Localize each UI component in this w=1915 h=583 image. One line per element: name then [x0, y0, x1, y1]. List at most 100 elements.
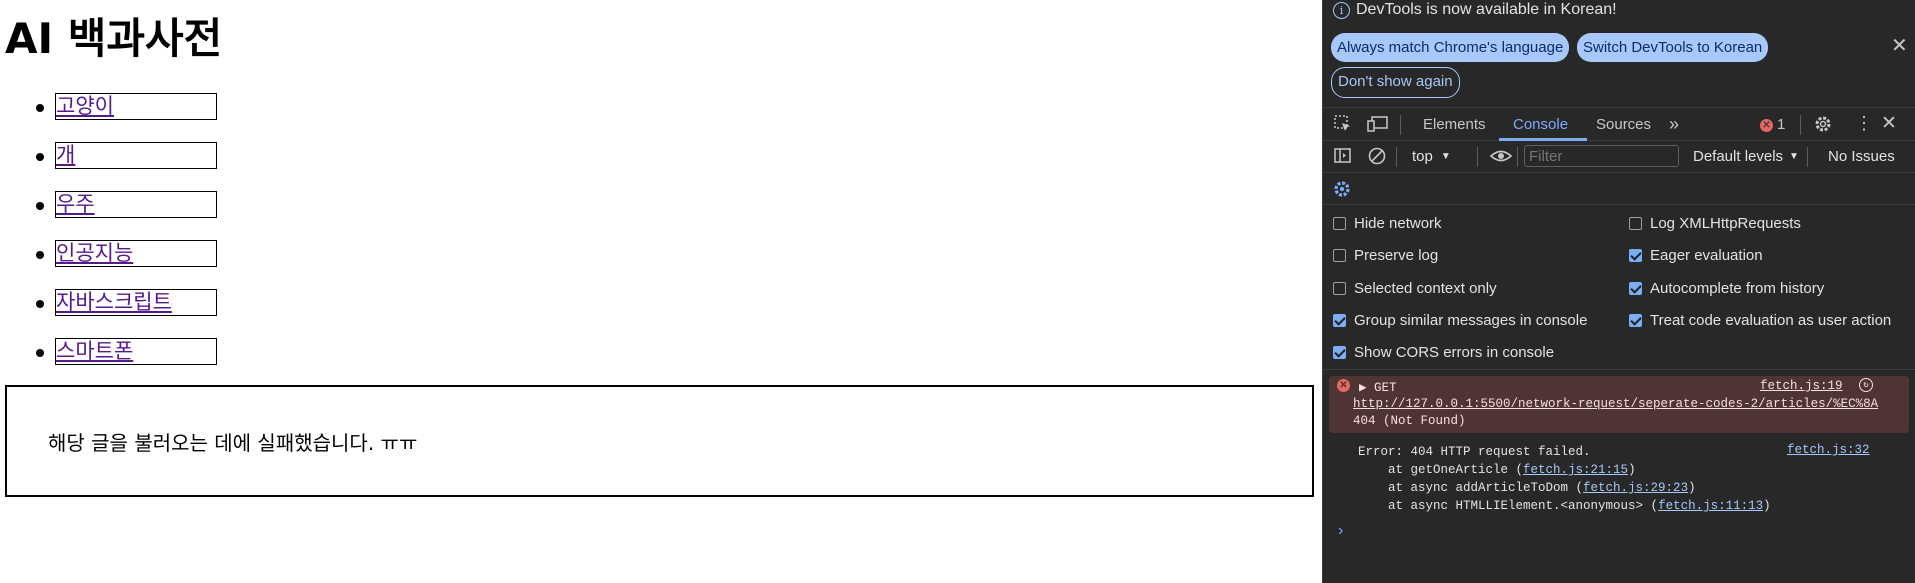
context-selector[interactable]: top ▼: [1412, 148, 1451, 165]
topic-link-javascript[interactable]: 자바스크립트: [55, 289, 217, 316]
topic-link-cat[interactable]: 고양이: [55, 93, 217, 120]
checkbox-label: Log XMLHttpRequests: [1650, 215, 1801, 232]
toolbar-divider: [1477, 147, 1478, 167]
stack-frame-text: at async addArticleToDom (: [1358, 481, 1584, 495]
caret-down-icon: ▼: [1789, 151, 1799, 162]
error-message: Error: 404 HTTP request failed.: [1358, 445, 1591, 459]
stack-frame-text: ): [1688, 481, 1696, 495]
checkbox[interactable]: [1333, 217, 1346, 230]
stack-frame-text: at async HTMLLIElement.<anonymous> (: [1358, 499, 1659, 513]
console-toolbar: top ▼ Default levels ▼ No Issues: [1323, 141, 1915, 173]
checkbox-label: Eager evaluation: [1650, 247, 1763, 264]
switch-to-korean-button[interactable]: Switch DevTools to Korean: [1577, 33, 1769, 62]
error-source-link[interactable]: fetch.js:32: [1787, 443, 1870, 457]
device-toolbar-icon[interactable]: [1367, 114, 1389, 139]
show-cors-option[interactable]: Show CORS errors in console: [1333, 344, 1554, 361]
tab-elements[interactable]: Elements: [1423, 108, 1486, 141]
sidebar-toggle-icon[interactable]: [1333, 147, 1353, 170]
bullet: [36, 300, 44, 308]
eager-evaluation-option[interactable]: Eager evaluation: [1629, 247, 1763, 264]
page-title: AI 백과사전: [5, 14, 223, 63]
close-devtools-icon[interactable]: ✕: [1881, 112, 1897, 135]
topic-link-ai[interactable]: 인공지능: [55, 240, 217, 267]
bullet: [36, 104, 44, 112]
checkbox-checked[interactable]: [1333, 346, 1346, 359]
stack-frame-text: ): [1763, 499, 1771, 513]
console-settings-gear-icon[interactable]: [1332, 179, 1352, 204]
devtools-tabbar: Elements Console Sources » ✕ 1 ⋮ ✕: [1323, 107, 1915, 141]
checkbox[interactable]: [1333, 282, 1346, 295]
bullet: [36, 349, 44, 357]
response-status: 404 (Not Found): [1353, 414, 1466, 428]
network-error-header[interactable]: ▶ GET: [1359, 379, 1397, 395]
topic-link-space[interactable]: 우주: [55, 191, 217, 218]
stack-frame-link[interactable]: fetch.js:21:15: [1523, 463, 1628, 477]
group-similar-option[interactable]: Group similar messages in console: [1333, 312, 1587, 329]
checkbox-label: Show CORS errors in console: [1354, 344, 1555, 361]
more-tabs-icon[interactable]: »: [1669, 108, 1679, 141]
checkbox-checked[interactable]: [1629, 249, 1642, 262]
topic-link-smartphone[interactable]: 스마트폰: [55, 338, 217, 365]
info-icon: i: [1333, 1, 1350, 19]
context-value: top: [1412, 148, 1433, 165]
web-page: AI 백과사전 고양이 개 우주 인공지능 자바스크립트 스마트폰 해당 글을 …: [0, 0, 1322, 583]
checkbox-label: Selected context only: [1354, 280, 1497, 297]
stack-frame-link[interactable]: fetch.js:11:13: [1658, 499, 1763, 513]
autocomplete-option[interactable]: Autocomplete from history: [1629, 280, 1824, 297]
checkbox-checked[interactable]: [1629, 282, 1642, 295]
toolbar-divider: [1400, 115, 1401, 135]
log-levels-value: Default levels: [1693, 148, 1784, 165]
settings-gear-icon[interactable]: [1813, 114, 1833, 139]
toolbar-divider: [1517, 147, 1518, 167]
checkbox-checked[interactable]: [1629, 314, 1642, 327]
bullet: [36, 251, 44, 259]
console-prompt-icon[interactable]: ›: [1338, 522, 1343, 540]
close-banner-icon[interactable]: ✕: [1891, 36, 1908, 56]
filter-input[interactable]: [1524, 145, 1679, 167]
issues-counter[interactable]: No Issues: [1828, 148, 1895, 165]
inspect-element-icon[interactable]: [1333, 114, 1353, 139]
article-container: 해당 글을 불러오는 데에 실패했습니다. ㅠㅠ: [5, 385, 1314, 497]
checkbox-checked[interactable]: [1333, 314, 1346, 327]
console-error-message: ✕ ▶ GET fetch.js:19 ↻ http://127.0.0.1:5…: [1329, 376, 1909, 433]
stack-frame-text: ): [1628, 463, 1636, 477]
clear-console-icon[interactable]: [1367, 146, 1387, 171]
article-error-message: 해당 글을 불러오는 데에 실패했습니다. ㅠㅠ: [48, 431, 418, 455]
checkbox-label: Autocomplete from history: [1650, 280, 1825, 297]
more-options-icon[interactable]: ⋮: [1855, 113, 1873, 134]
toolbar-divider: [1807, 147, 1808, 167]
caret-down-icon: ▼: [1440, 151, 1451, 162]
checkbox-label: Hide network: [1354, 215, 1442, 232]
stack-frame: at getOneArticle (fetch.js:21:15): [1358, 463, 1636, 477]
log-xhr-option[interactable]: Log XMLHttpRequests: [1629, 215, 1801, 232]
error-count: 1: [1777, 116, 1786, 133]
console-settings-row: [1323, 173, 1915, 205]
always-match-language-button[interactable]: Always match Chrome's language: [1331, 33, 1570, 62]
error-counter[interactable]: ✕ 1: [1760, 115, 1785, 135]
treat-eval-option[interactable]: Treat code evaluation as user action: [1629, 312, 1891, 329]
checkbox-label: Treat code evaluation as user action: [1650, 312, 1892, 329]
stack-frame-link[interactable]: fetch.js:29:23: [1583, 481, 1688, 495]
selected-context-option[interactable]: Selected context only: [1333, 280, 1497, 297]
hide-network-option[interactable]: Hide network: [1333, 215, 1442, 232]
stack-frame: at async addArticleToDom (fetch.js:29:23…: [1358, 481, 1696, 495]
request-url-link[interactable]: http://127.0.0.1:5500/network-request/se…: [1353, 397, 1878, 411]
tab-console[interactable]: Console: [1513, 108, 1568, 141]
checkbox[interactable]: [1333, 249, 1346, 262]
error-source-link[interactable]: fetch.js:19: [1760, 379, 1843, 393]
toolbar-divider: [1800, 115, 1801, 135]
preserve-log-option[interactable]: Preserve log: [1333, 247, 1438, 264]
language-banner: i DevTools is now available in Korean!: [1333, 0, 1617, 20]
error-icon: ✕: [1760, 118, 1773, 132]
network-request-icon[interactable]: ↻: [1859, 378, 1873, 392]
bullet: [36, 202, 44, 210]
expand-triangle-icon[interactable]: ▶: [1359, 381, 1367, 395]
topic-link-dog[interactable]: 개: [55, 142, 217, 169]
toolbar-divider: [1396, 147, 1397, 167]
dont-show-again-button[interactable]: Don't show again: [1331, 67, 1460, 98]
console-settings-panel: Hide network Log XMLHttpRequests Preserv…: [1323, 205, 1915, 370]
live-expression-eye-icon[interactable]: [1489, 147, 1513, 170]
tab-sources[interactable]: Sources: [1596, 108, 1651, 141]
checkbox[interactable]: [1629, 217, 1642, 230]
log-levels-dropdown[interactable]: Default levels ▼: [1693, 148, 1799, 165]
